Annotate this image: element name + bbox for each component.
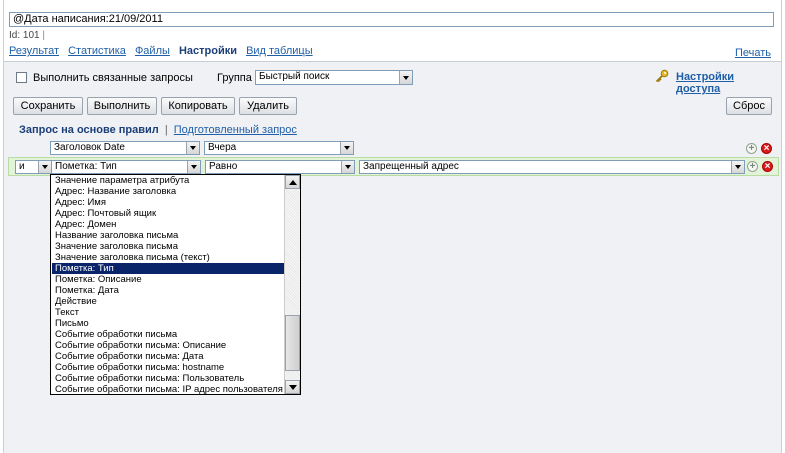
dropdown-option[interactable]: Письмо xyxy=(52,318,285,329)
linked-queries-label: Выполнить связанные запросы xyxy=(33,72,193,84)
value-select-value: Запрещенный адрес xyxy=(363,161,459,172)
tab-result[interactable]: Результат xyxy=(9,45,59,57)
tab-table-view[interactable]: Вид таблицы xyxy=(246,45,313,57)
field-dropdown-list[interactable]: Значение параметра атрибута Адрес: Назван… xyxy=(50,174,301,395)
dropdown-option[interactable]: Событие обработки письма: IP адрес польз… xyxy=(52,384,285,394)
tab-prepared-query[interactable]: Подготовленный запрос xyxy=(174,124,297,136)
dropdown-option[interactable]: Пометка: Тип xyxy=(52,263,285,274)
chevron-down-icon[interactable] xyxy=(341,161,354,173)
operator-select-value: Вчера xyxy=(208,142,237,153)
dropdown-scrollbar[interactable] xyxy=(284,175,300,394)
delete-button[interactable]: Удалить xyxy=(239,97,297,115)
conjunction-select-value: и xyxy=(19,161,25,172)
dropdown-option[interactable]: Адрес: Почтовый ящик xyxy=(52,208,285,219)
chevron-down-icon[interactable] xyxy=(399,71,412,84)
dropdown-option[interactable]: Адрес: Имя xyxy=(52,197,285,208)
linked-queries-checkbox[interactable] xyxy=(16,72,27,83)
rule-row: Заголовок Date Вчера + × xyxy=(4,140,781,157)
access-settings-link[interactable]: Настройки доступа xyxy=(676,71,781,95)
scroll-down-icon[interactable] xyxy=(285,380,300,394)
reset-button[interactable]: Сброс xyxy=(726,97,772,115)
dropdown-option[interactable]: Событие обработки письма: Описание xyxy=(52,340,285,351)
dropdown-items: Значение параметра атрибута Адрес: Назван… xyxy=(52,175,285,394)
key-icon xyxy=(655,69,669,83)
value-select[interactable]: Запрещенный адрес xyxy=(359,160,745,174)
save-button[interactable]: Сохранить xyxy=(13,97,83,115)
field-select-value: Заголовок Date xyxy=(54,142,125,153)
group-select-value: Быстрый поиск xyxy=(259,71,330,82)
dropdown-option[interactable]: Значение заголовка письма xyxy=(52,241,285,252)
plus-circle-icon[interactable]: + xyxy=(747,161,758,172)
group-select[interactable]: Быстрый поиск xyxy=(255,70,413,85)
chevron-down-icon[interactable] xyxy=(186,142,199,154)
text-cursor: | xyxy=(42,30,45,41)
chevron-down-icon[interactable] xyxy=(731,161,744,173)
tab-files[interactable]: Файлы xyxy=(135,45,170,57)
tab-settings[interactable]: Настройки xyxy=(179,45,237,57)
chevron-down-icon[interactable] xyxy=(340,142,353,154)
operator-select[interactable]: Вчера xyxy=(204,141,354,155)
dropdown-option[interactable]: Событие обработки письма: Дата xyxy=(52,351,285,362)
title-field[interactable]: @Дата написания:21/09/2011 xyxy=(9,12,774,27)
field-select[interactable]: Заголовок Date xyxy=(50,141,200,155)
tab-rules-query[interactable]: Запрос на основе правил xyxy=(19,124,159,136)
operator-select-value: Равно xyxy=(209,161,238,172)
field-select[interactable]: Пометка: Тип xyxy=(51,160,201,174)
dropdown-option[interactable]: Значение заголовка письма (текст) xyxy=(52,252,285,263)
id-line: Id: 101 | xyxy=(9,30,45,41)
id-label: Id: xyxy=(9,30,21,41)
group-label: Группа xyxy=(217,72,252,84)
chevron-down-icon[interactable] xyxy=(187,161,200,173)
tab-separator: | xyxy=(164,124,168,136)
chevron-down-icon[interactable] xyxy=(38,161,51,173)
tab-statistics[interactable]: Статистика xyxy=(68,45,126,57)
run-button[interactable]: Выполнить xyxy=(87,97,157,115)
scroll-thumb[interactable] xyxy=(285,315,300,371)
dropdown-option[interactable]: Событие обработки письма: hostname xyxy=(52,362,285,373)
delete-circle-icon[interactable]: × xyxy=(762,161,773,172)
dropdown-option[interactable]: Событие обработки письма: Пользователь xyxy=(52,373,285,384)
operator-select[interactable]: Равно xyxy=(205,160,355,174)
plus-circle-icon[interactable]: + xyxy=(746,143,757,154)
dropdown-option[interactable]: Адрес: Домен xyxy=(52,219,285,230)
conjunction-select[interactable]: и xyxy=(15,160,52,174)
field-select-value: Пометка: Тип xyxy=(55,161,117,172)
main-tabs: Результат Статистика Файлы Настройки Вид… xyxy=(9,45,319,57)
dropdown-option[interactable]: Значение параметра атрибута xyxy=(52,175,285,186)
query-tabs: Запрос на основе правил | Подготовленный… xyxy=(19,124,297,136)
scroll-up-icon[interactable] xyxy=(285,175,300,189)
delete-circle-icon[interactable]: × xyxy=(761,143,772,154)
dropdown-option[interactable]: Пометка: Дата xyxy=(52,285,285,296)
id-value: 101 xyxy=(22,30,40,41)
dropdown-option[interactable]: Название заголовка письма xyxy=(52,230,285,241)
dropdown-option[interactable]: Пометка: Описание xyxy=(52,274,285,285)
dropdown-option[interactable]: Адрес: Название заголовка xyxy=(52,186,285,197)
dropdown-option[interactable]: Действие xyxy=(52,296,285,307)
dropdown-option[interactable]: Событие обработки письма xyxy=(52,329,285,340)
print-link[interactable]: Печать xyxy=(735,47,771,59)
copy-button[interactable]: Копировать xyxy=(161,97,235,115)
dropdown-option[interactable]: Текст xyxy=(52,307,285,318)
